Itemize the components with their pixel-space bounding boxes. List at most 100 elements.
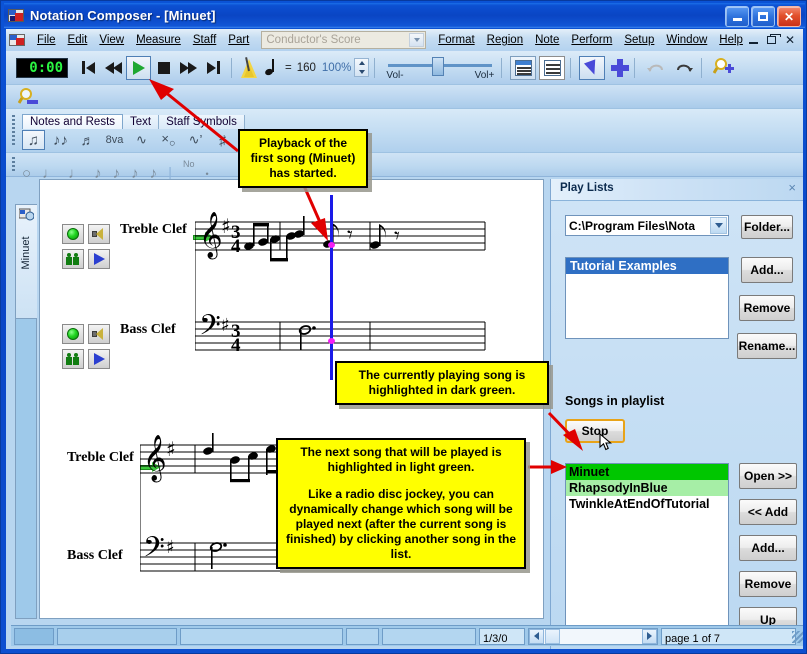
staff-record-toggle-treble[interactable]	[62, 224, 84, 244]
close-icon[interactable]: ×	[788, 181, 796, 195]
zoom-stepper[interactable]	[354, 58, 369, 77]
staff-solo-toggle-treble[interactable]	[88, 249, 110, 269]
slur-tool[interactable]: ∿	[130, 130, 153, 150]
song-remove-button[interactable]: Remove	[739, 571, 797, 597]
redo-icon[interactable]	[672, 57, 696, 79]
page-view-button[interactable]	[539, 56, 565, 80]
toolbar-grip[interactable]	[12, 157, 15, 173]
mdi-restore-icon[interactable]	[767, 36, 776, 44]
go-to-end-button[interactable]	[201, 56, 226, 80]
resize-grip[interactable]	[792, 631, 803, 643]
tab-staff-symbols[interactable]: Staff Symbols	[159, 115, 245, 129]
tie-tool[interactable]: ♪♪	[49, 130, 72, 150]
zoom-in-icon[interactable]	[713, 57, 737, 79]
magnifier-icon[interactable]	[18, 88, 42, 111]
rewind-button[interactable]	[101, 56, 126, 80]
folder-path-combo[interactable]: C:\Program Files\Nota	[565, 215, 729, 236]
fast-forward-button[interactable]	[176, 56, 201, 80]
select-tool-button[interactable]	[579, 56, 605, 80]
play-button[interactable]	[126, 56, 151, 80]
staff-people-toggle-treble[interactable]	[62, 249, 84, 269]
staff-solo-toggle-bass[interactable]	[88, 349, 110, 369]
staff-record-toggle-bass[interactable]	[62, 324, 84, 344]
volume-slider[interactable]: Vol- Vol+	[384, 53, 496, 83]
tab-text[interactable]: Text	[123, 115, 159, 129]
playlist-add-button[interactable]: Add...	[741, 257, 793, 283]
menu-edit[interactable]: Edit	[62, 32, 94, 48]
undo-icon[interactable]	[644, 57, 668, 79]
scrollbar-thumb[interactable]	[545, 629, 560, 644]
stop-button[interactable]	[151, 56, 176, 80]
folder-button[interactable]: Folder...	[741, 215, 793, 239]
people-icon	[66, 253, 80, 266]
staff-speaker-toggle-treble[interactable]	[88, 224, 110, 244]
page-scrollbar[interactable]	[528, 628, 658, 645]
mdi-close-icon[interactable]: ✕	[785, 34, 795, 46]
play-lists-title-bar: Play Lists ×	[551, 179, 803, 201]
stop-playback-button[interactable]: Stop	[565, 419, 625, 443]
menu-window[interactable]: Window	[660, 32, 713, 48]
staff-speaker-toggle-bass[interactable]	[88, 324, 110, 344]
tab-notes-and-rests[interactable]: Notes and Rests	[22, 114, 123, 129]
speaker-icon	[92, 328, 107, 340]
menu-help[interactable]: Help	[713, 32, 749, 48]
mdi-minimize-icon[interactable]	[749, 36, 758, 44]
volume-slider-thumb[interactable]	[432, 57, 444, 76]
toolbar-grip[interactable]	[12, 115, 15, 147]
menu-region[interactable]: Region	[481, 32, 529, 48]
song-list-item-next[interactable]: RhapsodyInBlue	[566, 480, 728, 496]
playlist-remove-button[interactable]: Remove	[739, 295, 795, 321]
zoom-value[interactable]: 100%	[322, 62, 351, 74]
staccato-tool[interactable]: ×○	[157, 130, 180, 150]
staff-people-toggle-bass[interactable]	[62, 349, 84, 369]
menu-staff[interactable]: Staff	[187, 32, 222, 48]
maximize-button[interactable]	[751, 6, 775, 27]
chevron-down-icon[interactable]	[409, 33, 424, 47]
octave-tool[interactable]: 8va	[103, 130, 126, 150]
song-open-button[interactable]: Open >>	[739, 463, 797, 489]
menu-setup[interactable]: Setup	[618, 32, 660, 48]
accent-tool[interactable]: ♯	[211, 130, 234, 150]
score-view-button[interactable]	[510, 56, 536, 80]
list-item[interactable]: Tutorial Examples	[566, 258, 728, 274]
go-to-start-button[interactable]	[76, 56, 101, 80]
grace-note-tool[interactable]: ♬	[76, 130, 99, 150]
status-bar: 1/3/0 page 1 of 7	[11, 625, 803, 646]
song-add-to-playlist-button[interactable]: << Add	[739, 499, 797, 525]
score-window-tab[interactable]: Minuet	[15, 204, 37, 319]
tempo-value[interactable]: 160	[297, 62, 316, 74]
menu-format[interactable]: Format	[432, 32, 480, 48]
chevron-down-icon[interactable]	[710, 217, 727, 234]
song-list-item[interactable]: TwinkleAtEndOfTutorial	[566, 496, 728, 512]
song-list-item-playing[interactable]: Minuet	[566, 464, 728, 480]
menu-view[interactable]: View	[93, 32, 130, 48]
minimize-button[interactable]	[725, 6, 749, 27]
triangle-left-icon	[113, 62, 122, 74]
whole-note-button[interactable]: ○	[22, 164, 31, 184]
menu-perform[interactable]: Perform	[565, 32, 618, 48]
toolbar-separator	[701, 58, 702, 78]
song-add-button[interactable]: Add...	[739, 535, 797, 561]
close-icon[interactable]: ✕	[777, 6, 801, 27]
svg-text:4: 4	[231, 236, 241, 257]
bar-icon	[82, 61, 85, 74]
menu-part[interactable]: Part	[222, 32, 255, 48]
turn-tool[interactable]: ∿’	[184, 130, 207, 150]
score-selector[interactable]: Conductor's Score	[261, 31, 426, 49]
status-cell-1	[14, 628, 54, 645]
menu-measure[interactable]: Measure	[130, 32, 187, 48]
scroll-left-button[interactable]	[529, 629, 544, 644]
metronome-icon[interactable]	[237, 56, 261, 80]
playlist-rename-button[interactable]: Rename...	[737, 333, 797, 359]
scroll-right-button[interactable]	[642, 629, 657, 644]
playlist-list[interactable]: Tutorial Examples	[565, 257, 729, 339]
folder-path-value: C:\Program Files\Nota	[566, 219, 695, 233]
svg-text:♯: ♯	[221, 315, 230, 336]
menu-file[interactable]: File	[31, 32, 62, 48]
title-bar: Notation Composer - [Minuet] ✕	[4, 3, 805, 28]
svg-text:𝄞: 𝄞	[143, 435, 167, 483]
add-icon[interactable]	[611, 59, 629, 77]
beamed-notes-tool[interactable]: ♫	[22, 130, 45, 150]
menu-note[interactable]: Note	[529, 32, 565, 48]
songs-list[interactable]: Minuet RhapsodyInBlue TwinkleAtEndOfTuto…	[565, 463, 729, 643]
